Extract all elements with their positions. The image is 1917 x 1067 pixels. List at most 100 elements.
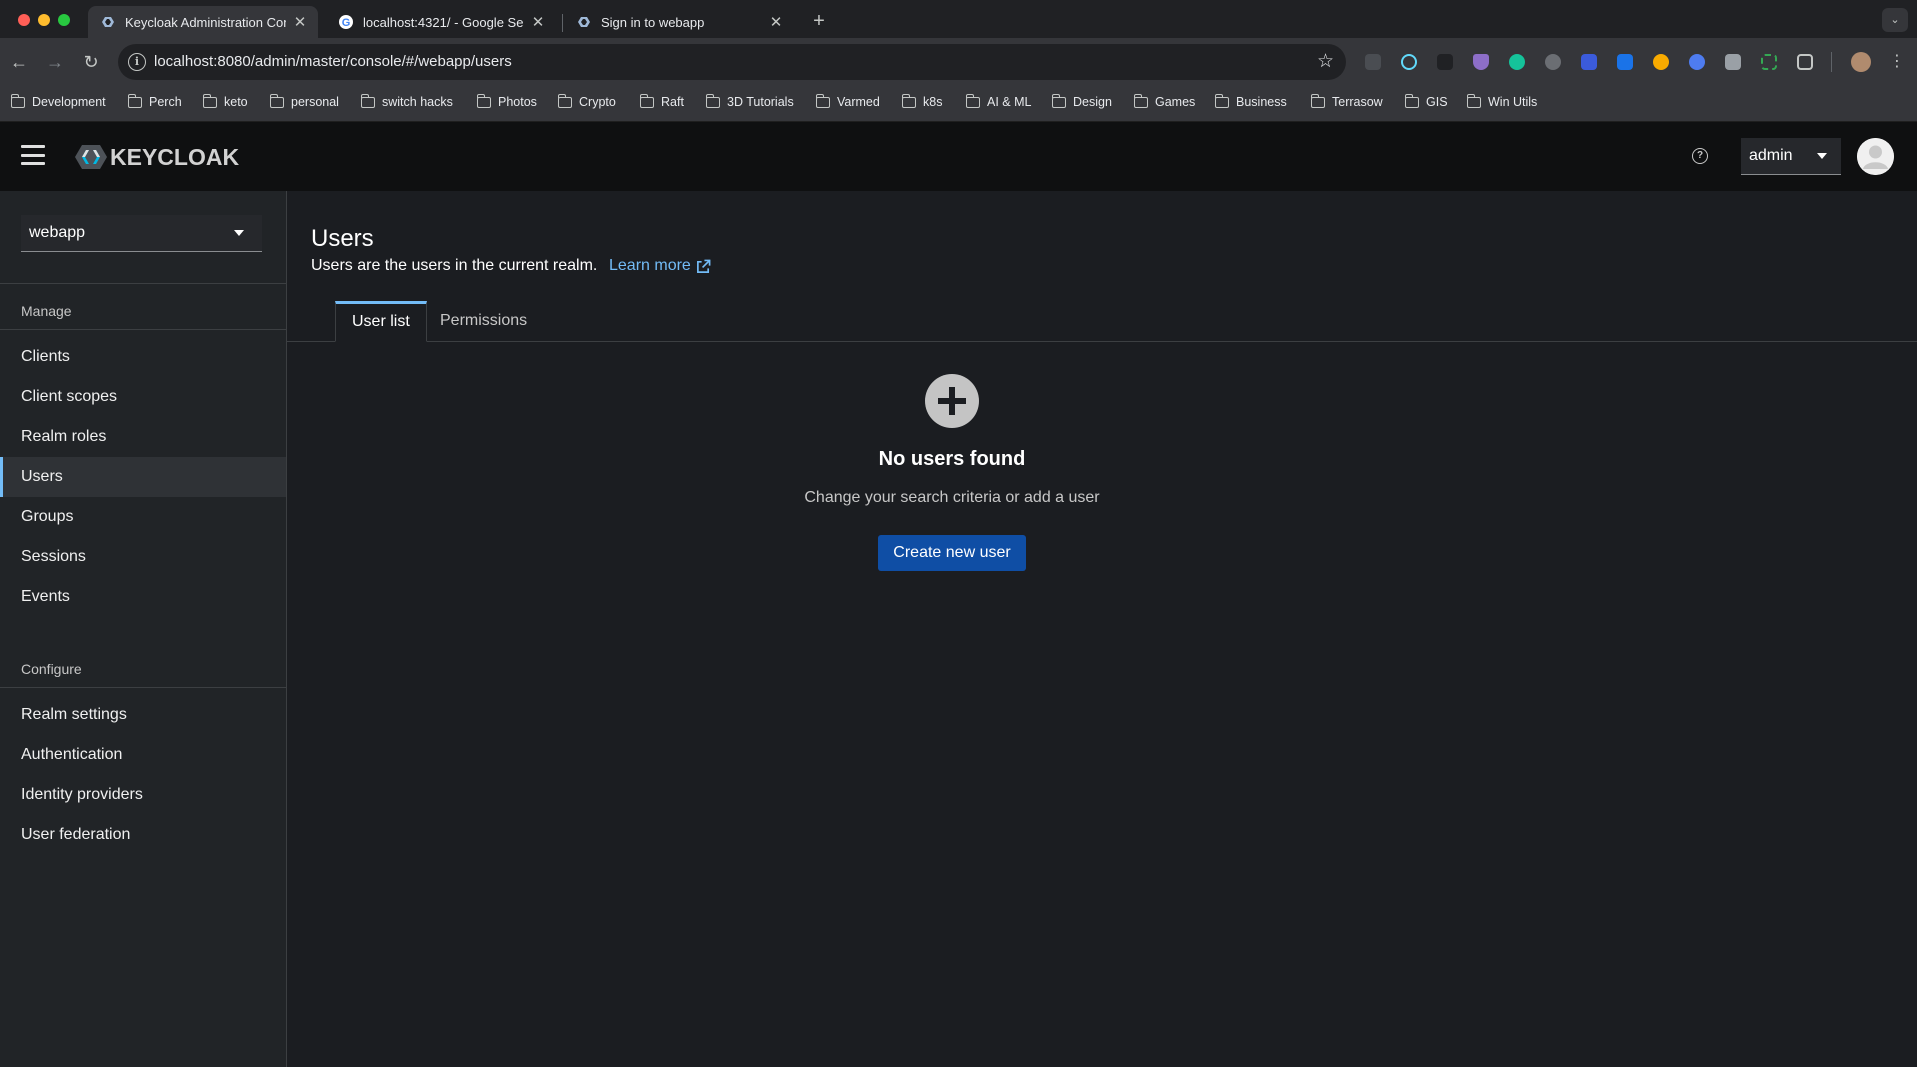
- toolbar-divider: [1831, 52, 1832, 72]
- extension-icon[interactable]: [1581, 54, 1597, 70]
- sidebar-item-realm-settings[interactable]: Realm settings: [0, 695, 286, 735]
- realm-name: webapp: [29, 224, 86, 241]
- profile-avatar-icon[interactable]: [1851, 52, 1871, 72]
- bookmark-folder[interactable]: Win Utils: [1466, 93, 1537, 109]
- forward-arrow-icon[interactable]: →: [43, 50, 67, 74]
- camera-icon[interactable]: [1725, 54, 1741, 70]
- tab-permissions[interactable]: Permissions: [424, 301, 543, 342]
- sidebar-item-clients[interactable]: Clients: [0, 337, 286, 377]
- browser-tab-google[interactable]: G localhost:4321/ - Google Sea ✕: [326, 6, 556, 38]
- grammarly-icon[interactable]: [1509, 54, 1525, 70]
- empty-state: No users found Change your search criter…: [287, 374, 1617, 571]
- divider: [0, 329, 286, 330]
- google-favicon-icon: G: [338, 14, 354, 30]
- folder-icon: [202, 93, 217, 108]
- sidebar-item-identity-providers[interactable]: Identity providers: [0, 775, 286, 815]
- bookmark-folder[interactable]: Terrasow: [1310, 93, 1383, 109]
- minimize-window-button[interactable]: [38, 14, 50, 26]
- folder-icon: [901, 93, 916, 108]
- user-dropdown[interactable]: admin: [1741, 138, 1841, 175]
- url-text: localhost:8080/admin/master/console/#/we…: [154, 53, 512, 70]
- reload-icon[interactable]: ↻: [79, 50, 103, 74]
- bookmark-folder[interactable]: Crypto: [557, 93, 616, 109]
- folder-icon: [476, 93, 491, 108]
- bookmark-folder[interactable]: switch hacks: [360, 93, 453, 109]
- bookmark-folder[interactable]: AI & ML: [965, 93, 1031, 109]
- create-new-user-button[interactable]: Create new user: [878, 535, 1026, 571]
- window-controls: [18, 14, 70, 26]
- sidebar-item-user-federation[interactable]: User federation: [0, 815, 286, 855]
- extension-icon[interactable]: [1689, 54, 1705, 70]
- section-title-configure: Configure: [21, 661, 82, 677]
- new-tab-button[interactable]: +: [805, 8, 833, 36]
- extension-icon[interactable]: [1653, 54, 1669, 70]
- help-icon[interactable]: ?: [1692, 148, 1708, 164]
- tab-title: Keycloak Administration Cons: [125, 14, 286, 30]
- screenshot-icon[interactable]: [1761, 54, 1777, 70]
- tab-user-list[interactable]: User list: [335, 301, 427, 342]
- close-tab-icon[interactable]: ✕: [530, 13, 546, 31]
- back-arrow-icon[interactable]: ←: [7, 50, 31, 74]
- browser-tab-strip: Keycloak Administration Cons ✕ G localho…: [0, 0, 1917, 38]
- tab-separator: [562, 14, 563, 32]
- close-tab-icon[interactable]: ✕: [768, 13, 784, 31]
- extension-shield-icon[interactable]: [1473, 54, 1489, 70]
- sidebar-item-authentication[interactable]: Authentication: [0, 735, 286, 775]
- sidebar-item-realm-roles[interactable]: Realm roles: [0, 417, 286, 457]
- browser-tab-keycloak[interactable]: Keycloak Administration Cons ✕: [88, 6, 318, 38]
- sidebar-item-groups[interactable]: Groups: [0, 497, 286, 537]
- bookmark-folder[interactable]: 3D Tutorials: [705, 93, 794, 109]
- folder-icon: [10, 93, 25, 108]
- realm-selector[interactable]: webapp: [21, 215, 262, 252]
- extension-icon[interactable]: [1365, 54, 1381, 70]
- bookmark-folder[interactable]: Raft: [639, 93, 684, 109]
- k-extension-icon[interactable]: [1617, 54, 1633, 70]
- keycloak-masthead: KEYCLOAK ? admin: [0, 122, 1917, 191]
- close-window-button[interactable]: [18, 14, 30, 26]
- extensions-puzzle-icon[interactable]: [1797, 54, 1813, 70]
- keycloak-logo-icon: [75, 145, 107, 169]
- bookmark-folder[interactable]: Development: [10, 93, 106, 109]
- folder-icon: [557, 93, 572, 108]
- keycloak-logo[interactable]: KEYCLOAK: [74, 142, 239, 172]
- bookmark-folder[interactable]: keto: [202, 93, 248, 109]
- close-tab-icon[interactable]: ✕: [292, 13, 308, 31]
- avatar[interactable]: [1857, 138, 1894, 175]
- folder-icon: [269, 93, 284, 108]
- bookmark-folder[interactable]: Varmed: [815, 93, 880, 109]
- bookmark-folder[interactable]: Photos: [476, 93, 537, 109]
- learn-more-text: Learn more: [609, 257, 691, 274]
- tab-search-button[interactable]: ⌄: [1882, 8, 1908, 32]
- bookmark-folder[interactable]: GIS: [1404, 93, 1448, 109]
- bookmark-folder[interactable]: k8s: [901, 93, 942, 109]
- browser-tab-sign-in[interactable]: Sign in to webapp ✕: [564, 6, 794, 38]
- page-description: Users are the users in the current realm…: [311, 257, 598, 274]
- empty-state-title: No users found: [878, 448, 1026, 470]
- divider: [0, 283, 286, 284]
- sidebar-item-sessions[interactable]: Sessions: [0, 537, 286, 577]
- bookmark-folder[interactable]: personal: [269, 93, 339, 109]
- sidebar-item-client-scopes[interactable]: Client scopes: [0, 377, 286, 417]
- react-devtools-icon[interactable]: [1401, 54, 1417, 70]
- folder-icon: [1404, 93, 1419, 108]
- folder-icon: [1466, 93, 1481, 108]
- sidebar-item-users[interactable]: Users: [0, 457, 286, 497]
- folder-icon: [1051, 93, 1066, 108]
- folder-icon: [965, 93, 980, 108]
- address-bar[interactable]: i localhost:8080/admin/master/console/#/…: [118, 44, 1346, 80]
- bookmark-folder[interactable]: Business: [1214, 93, 1287, 109]
- bookmark-folder[interactable]: Design: [1051, 93, 1112, 109]
- browser-menu-icon[interactable]: ⋮: [1885, 50, 1909, 74]
- bookmark-folder[interactable]: Perch: [127, 93, 182, 109]
- folder-icon: [1133, 93, 1148, 108]
- maximize-window-button[interactable]: [58, 14, 70, 26]
- settings-gear-icon[interactable]: [1545, 54, 1561, 70]
- sidebar-item-events[interactable]: Events: [0, 577, 286, 617]
- learn-more-link[interactable]: Learn more: [609, 257, 711, 275]
- bookmark-star-icon[interactable]: ☆: [1317, 50, 1334, 73]
- extension-icon[interactable]: [1437, 54, 1453, 70]
- bookmark-folder[interactable]: Games: [1133, 93, 1195, 109]
- hamburger-menu-icon[interactable]: [21, 145, 45, 165]
- user-name: admin: [1749, 147, 1793, 164]
- site-info-icon[interactable]: i: [128, 53, 146, 71]
